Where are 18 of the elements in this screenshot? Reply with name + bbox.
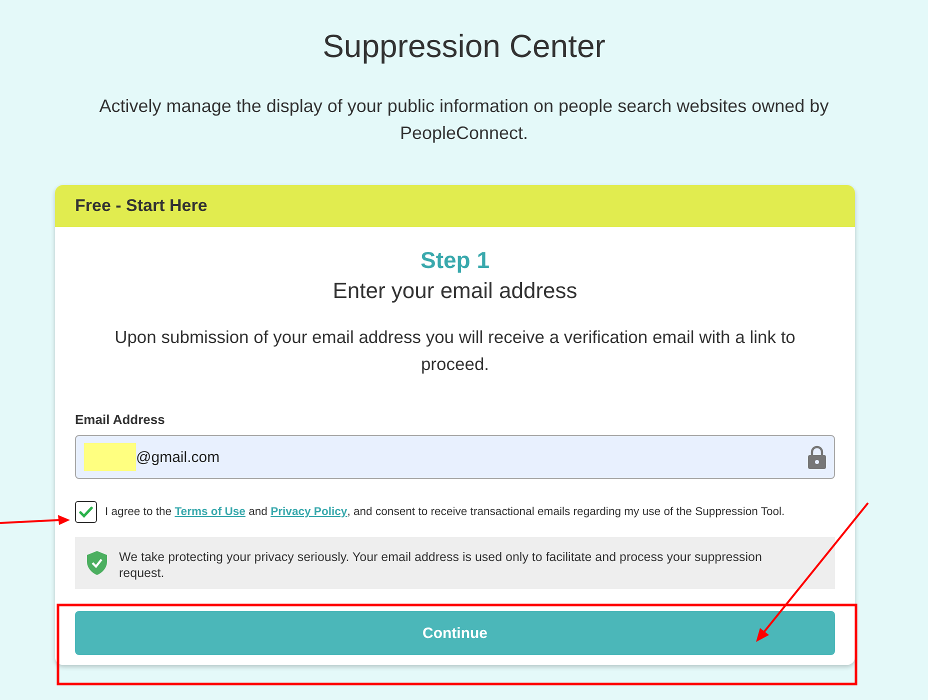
annotation-arrow bbox=[0, 515, 70, 525]
step-heading: Enter your email address bbox=[332, 278, 578, 304]
continue-button[interactable]: Continue bbox=[75, 611, 835, 655]
lock-icon bbox=[808, 445, 826, 469]
step-title: Step 1 bbox=[420, 247, 490, 274]
policy-link[interactable]: Terms of Use bbox=[174, 506, 246, 518]
page-subtitle: Actively manage the display of your public information on people search websites owned by PeopleConnect. bbox=[98, 95, 830, 145]
consent-checkbox[interactable] bbox=[75, 501, 97, 523]
shield-check-icon bbox=[87, 551, 107, 575]
email-field[interactable]: @gmail.com bbox=[75, 435, 835, 479]
field-label: Email Address bbox=[75, 412, 165, 427]
page-title: Suppression Center bbox=[322, 28, 606, 65]
privacy-text: We take protecting your privacy seriously. Your email address is used only to facilitate and process your suppression request. bbox=[119, 549, 763, 581]
step-description: Upon submission of your email address you will receive a verification email with a link to proceed. bbox=[114, 326, 796, 376]
card-header: Free - Start Here bbox=[55, 185, 855, 227]
check-icon bbox=[79, 506, 93, 518]
consent-text: I agree to the Terms of Use and Privacy Policy, and consent to receive transactional emails regarding my use of the Suppression Tool. bbox=[105, 505, 785, 520]
policy-link[interactable]: Privacy Policy bbox=[270, 506, 348, 518]
